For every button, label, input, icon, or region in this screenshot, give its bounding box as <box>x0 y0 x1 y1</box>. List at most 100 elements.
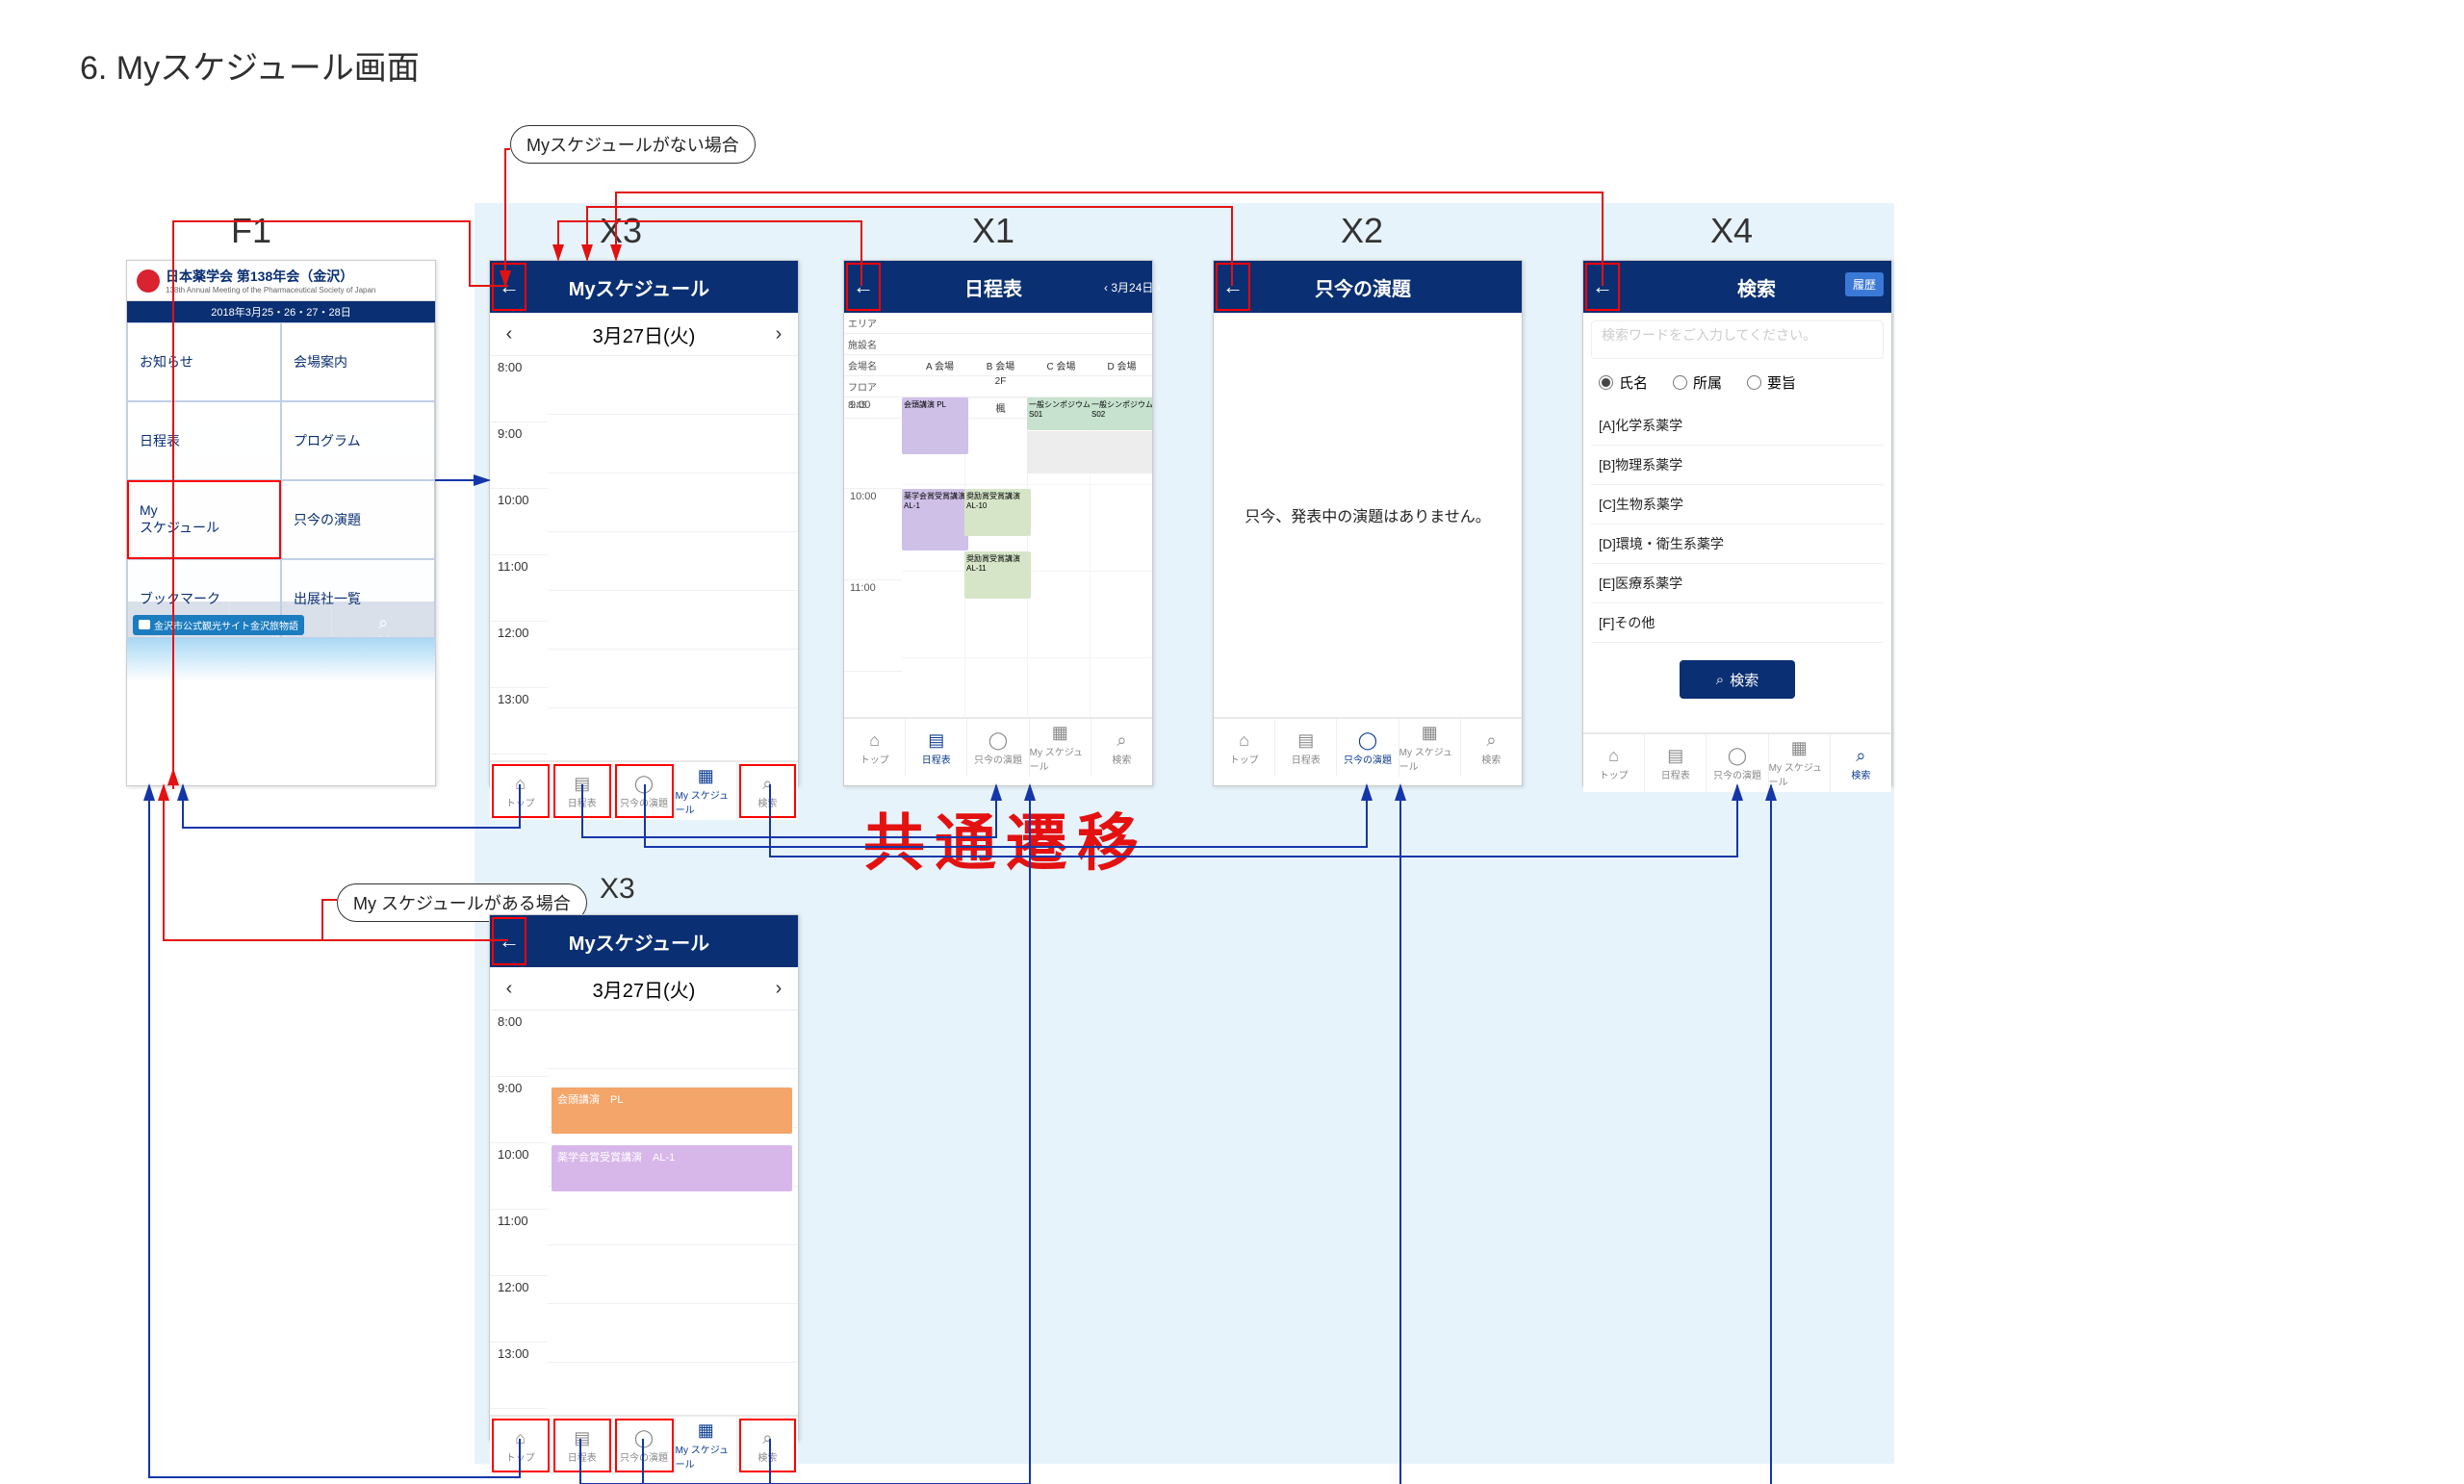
timetable-event[interactable]: 奨励賞受賞講演 AL-10 <box>964 489 1031 536</box>
category-row[interactable]: [F]その他 <box>1591 603 1884 643</box>
timetable-event[interactable]: 一般シンポジウム S01 <box>1027 397 1093 430</box>
home-icon: ⌂ <box>869 730 880 752</box>
radio-option[interactable]: 氏名 <box>1599 372 1648 393</box>
timetable-event[interactable]: 会頭講演 PL <box>902 397 968 454</box>
search-icon: ⌕ <box>1116 730 1126 752</box>
tab-current[interactable]: ◯只今の演題 <box>1337 719 1399 777</box>
venue-header: A 会場 <box>910 355 970 375</box>
calendar-icon: ▤ <box>574 774 590 795</box>
back-button[interactable]: ← <box>490 261 528 313</box>
time-label: 10:00 <box>490 489 548 555</box>
back-button[interactable]: ← <box>1214 261 1252 313</box>
f1-cell-venue[interactable]: 会場案内 <box>281 322 435 401</box>
screen-x2: ←只今の演題 只今、発表中の演題はありません。 ⌂トップ ▤日程表 ◯只今の演題… <box>1213 260 1523 786</box>
time-label: 11:00 <box>490 555 548 622</box>
search-button[interactable]: ⌕検索 <box>1680 660 1795 699</box>
tab-myschedule[interactable]: ▦My スケジュール <box>676 1417 737 1474</box>
calendar-icon: ▤ <box>1667 746 1683 767</box>
category-row[interactable]: [E]医療系薬学 <box>1591 564 1884 603</box>
camera-icon <box>139 620 150 629</box>
time-label: 13:00 <box>490 1343 548 1409</box>
bottom-nav: ⌂トップ ▤日程表 ◯只今の演題 ▦My スケジュール ⌕検索 <box>490 1415 798 1474</box>
back-button[interactable]: ← <box>844 261 883 313</box>
tab-search[interactable]: ⌕検索 <box>1461 719 1522 777</box>
bottom-nav: ⌂トップ ▤日程表 ◯只今の演題 ▦My スケジュール ⌕検索 <box>1214 717 1522 777</box>
search-input[interactable]: 検索ワードをご入力してください。 <box>1591 320 1884 359</box>
timetable-event[interactable] <box>1090 431 1152 473</box>
f1-cell-exhibitors[interactable]: 出展社一覧 <box>281 559 435 638</box>
tab-myschedule[interactable]: ▦My スケジュール <box>676 762 737 820</box>
time-label: 9:00 <box>490 422 548 489</box>
tab-timetable[interactable]: ▤日程表 <box>906 719 967 777</box>
tab-timetable[interactable]: ▤日程表 <box>1275 719 1337 777</box>
screen-title: Myスケジュール <box>528 273 750 301</box>
current-body: 只今、発表中の演題はありません。 <box>1214 313 1522 717</box>
tab-current[interactable]: ◯只今の演題 <box>613 762 675 820</box>
tab-search[interactable]: ⌕検索 <box>737 762 798 820</box>
tab-search[interactable]: ⌕検索 <box>737 1417 798 1474</box>
tab-myschedule[interactable]: ▦My スケジュール <box>1769 734 1831 792</box>
category-row[interactable]: [C]生物系薬学 <box>1591 485 1884 525</box>
society-sub: 138th Annual Meeting of the Pharmaceutic… <box>166 286 375 294</box>
tab-timetable[interactable]: ▤日程表 <box>552 1417 613 1474</box>
f1-cell-myschedule[interactable]: My スケジュール <box>127 480 281 559</box>
category-row[interactable]: [D]環境・衛生系薬学 <box>1591 525 1884 564</box>
f1-cell-timetable[interactable]: 日程表 <box>127 401 281 480</box>
back-button[interactable]: ← <box>490 915 528 967</box>
society-name: 日本薬学会 第138年会（金沢） <box>166 267 375 286</box>
bottom-nav: ⌂トップ ▤日程表 ◯只今の演題 ▦My スケジュール ⌕検索 <box>490 760 798 820</box>
category-row[interactable]: [A]化学系薬学 <box>1591 406 1884 446</box>
timetable-event[interactable] <box>1027 431 1093 473</box>
next-day-button[interactable]: › <box>759 323 798 345</box>
prev-day-button[interactable]: ‹ <box>490 323 528 345</box>
home-icon: ⌂ <box>515 774 526 795</box>
f1-cell-program[interactable]: プログラム <box>281 401 435 480</box>
date-switch[interactable]: ‹ 3月24日 › <box>1104 279 1152 295</box>
search-body: 検索ワードをご入力してください。 氏名 所属 要旨 [A]化学系薬学[B]物理系薬学… <box>1583 313 1891 732</box>
tab-timetable[interactable]: ▤日程表 <box>1645 734 1707 792</box>
radio-option[interactable]: 所属 <box>1673 372 1722 393</box>
category-row[interactable]: [B]物理系薬学 <box>1591 446 1884 485</box>
tab-top[interactable]: ⌂トップ <box>1214 719 1275 777</box>
screen-x3-full: ←Myスケジュール ‹3月27日(火)› 8:009:0010:0011:001… <box>489 914 799 1441</box>
label-x3: X3 <box>600 211 642 251</box>
schedule-event[interactable]: 会頭講演 PL <box>552 1087 792 1134</box>
tab-myschedule[interactable]: ▦My スケジュール <box>1030 719 1091 777</box>
row-area: エリア <box>844 313 910 333</box>
next-day-button[interactable]: › <box>759 978 798 1000</box>
row-floor-label: フロア <box>844 376 910 397</box>
tab-top[interactable]: ⌂トップ <box>490 1417 552 1474</box>
tab-top[interactable]: ⌂トップ <box>844 719 906 777</box>
tab-search[interactable]: ⌕検索 <box>1831 734 1891 792</box>
schedule-event[interactable]: 薬学会賞受賞講演 AL-1 <box>552 1145 792 1191</box>
f1-hero-image <box>127 638 435 782</box>
tab-search[interactable]: ⌕検索 <box>1091 719 1152 777</box>
time-label: 8:00 <box>490 1011 548 1077</box>
radio-dot-icon <box>1599 375 1613 390</box>
speech-icon: ◯ <box>988 730 1008 752</box>
tab-myschedule[interactable]: ▦My スケジュール <box>1399 719 1461 777</box>
speech-icon: ◯ <box>634 1428 654 1449</box>
tab-top[interactable]: ⌂トップ <box>490 762 552 820</box>
f1-cell-news[interactable]: お知らせ <box>127 322 281 401</box>
timetable-event[interactable]: 一般シンポジウム S02 <box>1090 397 1152 430</box>
f1-observation-link[interactable]: 金沢市公式観光サイト金沢旅物語 <box>133 615 304 635</box>
schedule-icon: ▦ <box>1422 723 1438 744</box>
timetable-event[interactable]: 奨励賞受賞講演 AL-11 <box>964 551 1031 599</box>
prev-day-button[interactable]: ‹ <box>490 978 528 1000</box>
f1-header: 日本薬学会 第138年会（金沢） 138th Annual Meeting of… <box>127 261 435 301</box>
tab-current[interactable]: ◯只今の演題 <box>967 719 1029 777</box>
tab-current[interactable]: ◯只今の演題 <box>1707 734 1768 792</box>
back-button[interactable]: ← <box>1583 261 1622 313</box>
timetable-event[interactable]: 薬学会賞受賞講演 AL-1 <box>902 489 968 550</box>
home-icon: ⌂ <box>515 1428 526 1449</box>
radio-option[interactable]: 要旨 <box>1747 372 1796 393</box>
home-icon: ⌂ <box>1608 746 1619 767</box>
history-button[interactable]: 履歴 <box>1845 272 1884 296</box>
f1-cell-current[interactable]: 只今の演題 <box>281 480 435 559</box>
tab-current[interactable]: ◯只今の演題 <box>613 1417 675 1474</box>
label-x3-full: X3 <box>600 873 635 906</box>
tab-top[interactable]: ⌂トップ <box>1583 734 1645 792</box>
label-f1: F1 <box>231 211 271 251</box>
tab-timetable[interactable]: ▤日程表 <box>552 762 613 820</box>
